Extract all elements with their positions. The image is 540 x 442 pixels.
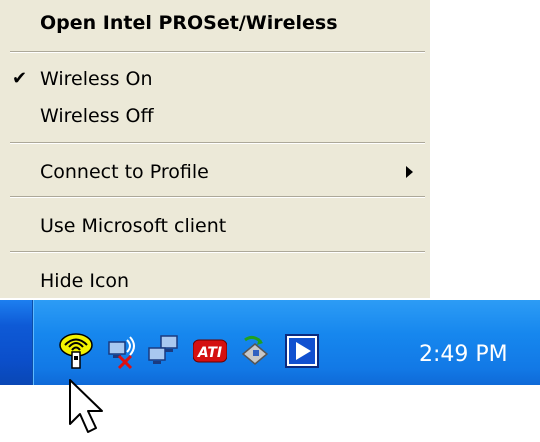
menu-separator [10, 196, 425, 198]
menu-item-label: Wireless Off [40, 105, 154, 127]
mouse-pointer-icon [68, 378, 108, 442]
clock[interactable]: 2:49 PM [419, 342, 508, 367]
ati-icon[interactable]: ATI [192, 338, 228, 368]
media-play-icon[interactable] [285, 334, 319, 372]
menu-item-use-microsoft-client[interactable]: Use Microsoft client [0, 207, 430, 245]
menu-item-label: Connect to Profile [40, 161, 209, 183]
menu-item-open-proset[interactable]: Open Intel PROSet/Wireless [0, 4, 430, 42]
menu-item-wireless-on[interactable]: ✔ Wireless On [0, 60, 430, 98]
recycle-icon[interactable] [239, 334, 271, 372]
menu-item-label: Open Intel PROSet/Wireless [40, 12, 338, 34]
tray-context-menu: Open Intel PROSet/Wireless ✔ Wireless On… [0, 0, 430, 298]
menu-item-connect-to-profile[interactable]: Connect to Profile [0, 153, 430, 191]
taskbar: ATI 2:49 PM [0, 300, 540, 385]
network-disconnected-icon[interactable] [105, 334, 141, 374]
menu-separator [10, 51, 425, 53]
menu-item-label: Wireless On [40, 68, 153, 90]
network-connected-icon[interactable] [147, 334, 183, 372]
menu-item-label: Hide Icon [40, 270, 130, 292]
svg-text:ATI: ATI [197, 345, 222, 361]
menu-item-hide-icon[interactable]: Hide Icon [0, 262, 430, 300]
submenu-arrow-icon [406, 166, 413, 178]
intel-wireless-icon[interactable] [59, 332, 93, 376]
menu-separator [10, 251, 425, 253]
checkmark-icon: ✔ [12, 68, 28, 89]
system-tray: ATI 2:49 PM [32, 300, 540, 385]
menu-item-label: Use Microsoft client [40, 215, 227, 237]
menu-separator [10, 142, 425, 144]
menu-item-wireless-off[interactable]: Wireless Off [0, 97, 430, 135]
